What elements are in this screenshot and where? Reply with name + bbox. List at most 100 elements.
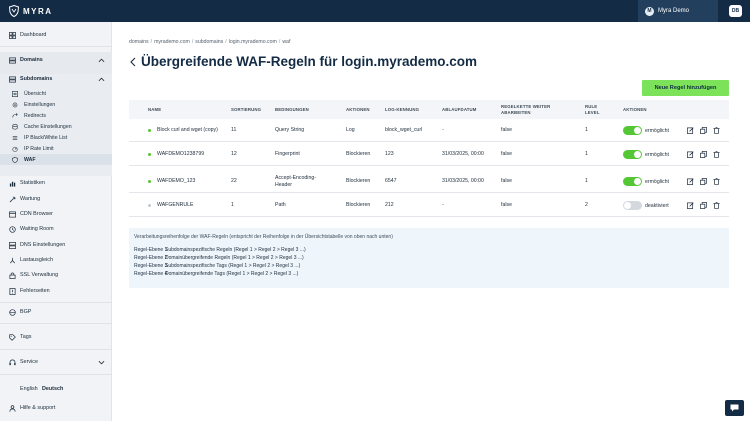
sidebar-item-ip-list[interactable]: IP Black/White List: [0, 132, 112, 143]
col-conditions[interactable]: BEDINGUNGEN: [275, 100, 309, 119]
sidebar-label: IP Rate Limit: [24, 145, 54, 152]
table-row[interactable]: WAFDEMO_123 22 Accept-Encoding-Header Bl…: [129, 170, 729, 193]
cell-sort: 1: [231, 202, 234, 209]
user-avatar[interactable]: DB: [729, 5, 742, 17]
sidebar-divider: [0, 302, 112, 303]
info-level-label: Regel-Ebene 3: [134, 263, 168, 269]
breadcrumb-domain[interactable]: myrademo.com: [154, 39, 190, 45]
sidebar-item-load-balancing[interactable]: Lastausgleich: [0, 254, 112, 266]
col-continue[interactable]: REGELKETTE WEITER ABARBEITEN: [501, 100, 563, 119]
rule-toggle[interactable]: [623, 126, 642, 135]
edit-icon[interactable]: [687, 127, 694, 134]
rule-toggle[interactable]: [623, 150, 642, 159]
cell-name: Block curl and wget (copy): [157, 127, 218, 134]
waiting-room-icon: [9, 225, 16, 233]
sidebar-item-ssl[interactable]: SSL Verwaltung: [0, 269, 112, 281]
cell-log: 6547: [385, 178, 397, 185]
sidebar-item-settings[interactable]: Einstellungen: [0, 99, 112, 110]
edit-icon[interactable]: [687, 178, 694, 185]
breadcrumb-domains[interactable]: domains: [129, 39, 149, 45]
col-expiry[interactable]: ABLAUFDATUM: [442, 100, 477, 119]
copy-icon[interactable]: [700, 151, 707, 158]
back-arrow-icon[interactable]: [129, 57, 137, 67]
language-en[interactable]: English: [20, 386, 38, 392]
sidebar-item-dashboard[interactable]: Dashboard: [0, 29, 112, 41]
col-sort[interactable]: SORTIERUNG: [231, 100, 261, 119]
cell-sort: 11: [231, 127, 237, 134]
cell-action: Log: [346, 127, 355, 134]
language-de[interactable]: Deutsch: [42, 386, 63, 392]
info-title: Verarbeitungsreihenfolge der WAF-Regeln …: [134, 234, 393, 240]
sidebar-item-tags[interactable]: Tags: [0, 331, 112, 343]
sidebar-item-waiting-room[interactable]: Waiting Room: [0, 223, 112, 235]
table-row[interactable]: WAFGENRULE 1 Path Blockieren 212 - false…: [129, 194, 729, 217]
edit-icon[interactable]: [687, 202, 694, 209]
col-actions[interactable]: AKTIONEN: [346, 100, 370, 119]
sidebar-item-subdomains[interactable]: Subdomains: [0, 73, 112, 85]
table-row[interactable]: Block curl and wget (copy) 11 Query Stri…: [129, 119, 729, 142]
col-name[interactable]: NAME: [148, 100, 161, 119]
cdn-icon: [9, 211, 16, 218]
sidebar-item-ip-rate-limit[interactable]: IP Rate Limit: [0, 143, 112, 154]
cell-continue: false: [501, 178, 512, 185]
sidebar-label: Redirects: [24, 112, 46, 119]
sidebar-item-redirects[interactable]: Redirects: [0, 110, 112, 121]
info-level-label: Regel-Ebene 4: [134, 271, 168, 277]
copy-icon[interactable]: [700, 202, 707, 209]
sidebar-item-bgp[interactable]: BGP: [0, 306, 112, 318]
sidebar-label: SSL Verwaltung: [20, 272, 59, 278]
sidebar-item-service[interactable]: Service: [0, 356, 112, 368]
account-name: Myra Demo: [658, 8, 690, 14]
breadcrumb-subdomain[interactable]: login.myrademo.com: [229, 39, 277, 45]
account-switcher[interactable]: M Myra Demo: [638, 0, 718, 22]
cell-expiry: 31/03/2025, 00:00: [442, 151, 484, 158]
brand-logo[interactable]: MYRA: [9, 5, 53, 17]
toggle-knob: [624, 202, 631, 209]
cell-continue: false: [501, 151, 512, 158]
edit-icon[interactable]: [687, 151, 694, 158]
sidebar-item-domains[interactable]: Domains: [0, 54, 112, 66]
sidebar-item-statistics[interactable]: Statistiken: [0, 177, 112, 189]
page-title: Übergreifende WAF-Regeln für login.myrad…: [141, 54, 478, 69]
col-row-actions: AKTIONEN: [623, 106, 647, 112]
myra-shield-icon: [9, 5, 19, 17]
rule-toggle[interactable]: [623, 177, 642, 186]
sidebar-label: BGP: [20, 309, 32, 315]
cell-level: 1: [585, 151, 588, 158]
sidebar-label: Dashboard: [20, 32, 47, 38]
toggle-label: ermöglicht: [645, 178, 669, 185]
statistics-icon: [9, 180, 16, 187]
sidebar-item-help[interactable]: Hilfe & support: [0, 402, 112, 414]
sidebar-item-waf[interactable]: WAF: [0, 154, 112, 165]
sidebar-item-maintenance[interactable]: Wartung: [0, 193, 112, 205]
add-rule-button[interactable]: Neue Regel hinzufügen: [642, 80, 729, 96]
cell-expiry: -: [442, 127, 444, 134]
sidebar-label: Subdomains: [20, 76, 53, 82]
breadcrumb-subdomains[interactable]: subdomains: [195, 39, 223, 45]
sidebar-item-cdn-browser[interactable]: CDN Browser: [0, 208, 112, 220]
col-level[interactable]: RULE LEVEL: [585, 100, 605, 119]
trash-icon[interactable]: [713, 202, 720, 209]
redirect-icon: [12, 112, 18, 119]
trash-icon[interactable]: [713, 178, 720, 185]
copy-icon[interactable]: [700, 127, 707, 134]
sidebar-label: DNS Einstellungen: [20, 242, 66, 248]
chevron-up-icon: [98, 58, 105, 62]
trash-icon[interactable]: [713, 151, 720, 158]
sidebar-item-cache-settings[interactable]: Cache Einstellungen: [0, 121, 112, 132]
sidebar-divider: [0, 349, 112, 350]
copy-icon[interactable]: [700, 178, 707, 185]
sidebar-item-overview[interactable]: Übersicht: [0, 88, 112, 99]
sidebar-item-dns-settings[interactable]: DNS Einstellungen: [0, 239, 112, 251]
table-row[interactable]: WAFDEMO1238799 12 Fingerprint Blockieren…: [129, 143, 729, 166]
info-level-text: Domainübergreifende Tags (Regel 1 > Rege…: [165, 271, 299, 277]
breadcrumb-separator: /: [150, 39, 153, 45]
chat-button[interactable]: [725, 400, 744, 416]
sidebar-label: Statistiken: [20, 180, 45, 186]
status-dot-active: [148, 180, 151, 183]
col-log[interactable]: LOG-KENNUNG: [385, 100, 419, 119]
trash-icon[interactable]: [713, 127, 720, 134]
rule-toggle[interactable]: [623, 201, 642, 210]
sidebar-item-error-pages[interactable]: Fehlerseiten: [0, 285, 112, 297]
sidebar-label: Hilfe & support: [20, 405, 56, 411]
